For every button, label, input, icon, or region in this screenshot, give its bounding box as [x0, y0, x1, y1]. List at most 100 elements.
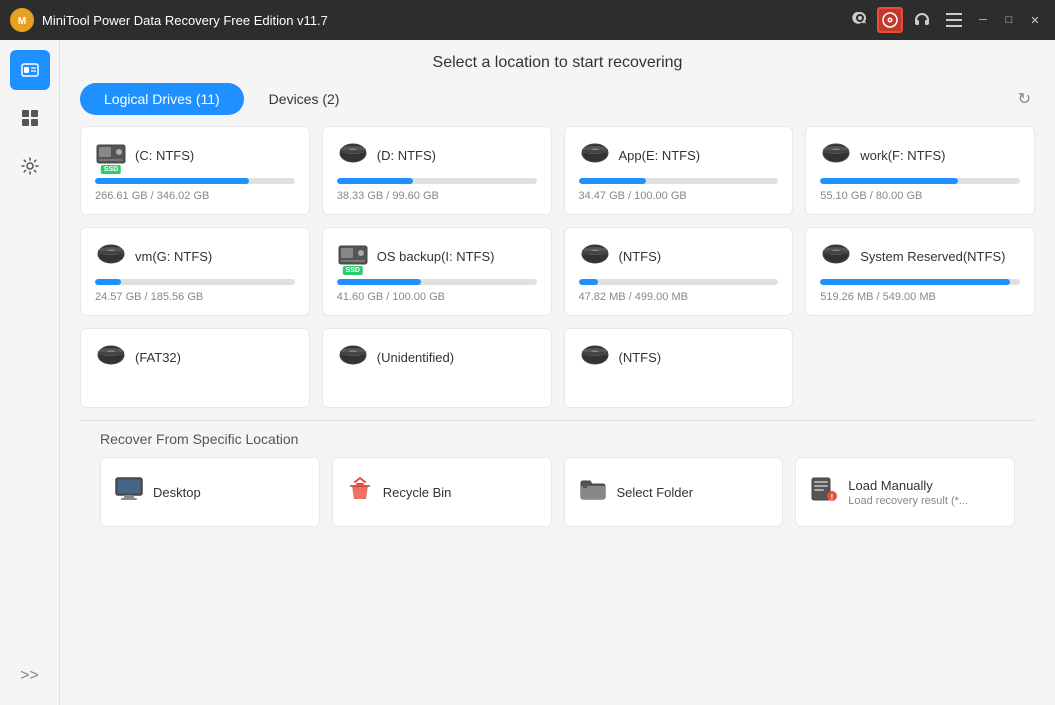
- drive-name-d: (D: NTFS): [377, 148, 436, 163]
- recover-card-folder[interactable]: Select Folder: [564, 457, 784, 527]
- drive-card-f[interactable]: work(F: NTFS) 55.10 GB / 80.00 GB: [805, 126, 1035, 215]
- recover-title: Recover From Specific Location: [100, 431, 1015, 447]
- drive-bar-ntfs: [579, 279, 779, 285]
- drive-icon-c: SSD: [95, 139, 127, 172]
- drive-bar-fill-g: [95, 279, 121, 285]
- drive-icon-g: [95, 240, 127, 273]
- recycle-label: Recycle Bin: [383, 485, 452, 500]
- tabs-bar: Logical Drives (11) Devices (2) ↻: [60, 82, 1055, 116]
- drive-bar-g: [95, 279, 295, 285]
- drive-size-i: 41.60 GB / 100.00 GB: [337, 291, 537, 303]
- svg-text:!: !: [831, 493, 834, 502]
- drive-name-c: (C: NTFS): [135, 148, 194, 163]
- recover-card-manual[interactable]: ! Load Manually Load recovery result (*.…: [795, 457, 1015, 527]
- folder-icon: [579, 477, 607, 507]
- drive-icon-e: [579, 139, 611, 172]
- drive-bar-fill-system: [820, 279, 1010, 285]
- drive-bar-fill-c: [95, 178, 249, 184]
- drive-card-system[interactable]: System Reserved(NTFS) 519.26 MB / 549.00…: [805, 227, 1035, 316]
- drive-card-ntfs2[interactable]: (NTFS): [564, 328, 794, 408]
- recover-grid: Desktop Recyc: [100, 457, 1015, 527]
- app-body: >> Select a location to start recovering…: [0, 40, 1055, 705]
- drive-icon-fat32: [95, 341, 127, 374]
- drive-bar-e: [579, 178, 779, 184]
- drive-name-e: App(E: NTFS): [619, 148, 701, 163]
- drive-size-c: 266.61 GB / 346.02 GB: [95, 190, 295, 202]
- drive-card-fat32[interactable]: (FAT32): [80, 328, 310, 408]
- minimize-button[interactable]: ─: [973, 10, 993, 30]
- recover-card-recycle[interactable]: Recycle Bin: [332, 457, 552, 527]
- drive-card-g[interactable]: vm(G: NTFS) 24.57 GB / 185.56 GB: [80, 227, 310, 316]
- close-button[interactable]: ✕: [1025, 10, 1045, 30]
- drive-bar-d: [337, 178, 537, 184]
- manual-label: Load Manually: [848, 478, 968, 493]
- drive-icon-i: SSD: [337, 240, 369, 273]
- drive-card-d[interactable]: (D: NTFS) 38.33 GB / 99.60 GB: [322, 126, 552, 215]
- drives-section: SSD (C: NTFS) 266.61 GB / 346.02 GB: [60, 126, 1055, 705]
- drive-size-system: 519.26 MB / 549.00 MB: [820, 291, 1020, 303]
- drive-card-c[interactable]: SSD (C: NTFS) 266.61 GB / 346.02 GB: [80, 126, 310, 215]
- page-header: Select a location to start recovering: [60, 40, 1055, 82]
- drive-bar-fill-f: [820, 178, 958, 184]
- drive-icon-d: [337, 139, 369, 172]
- drive-icon-ntfs2: [579, 341, 611, 374]
- sidebar-item-settings[interactable]: [10, 146, 50, 186]
- drive-bar-fill-d: [337, 178, 413, 184]
- drive-name-fat32: (FAT32): [135, 350, 181, 365]
- sidebar: >>: [0, 40, 60, 705]
- drive-size-d: 38.33 GB / 99.60 GB: [337, 190, 537, 202]
- menu-icon[interactable]: [941, 7, 967, 33]
- main-content: Select a location to start recovering Lo…: [60, 40, 1055, 705]
- key-icon[interactable]: [845, 7, 871, 33]
- recycle-card-text: Recycle Bin: [383, 485, 452, 500]
- tab-logical-drives[interactable]: Logical Drives (11): [80, 83, 244, 115]
- title-bar: M MiniTool Power Data Recovery Free Edit…: [0, 0, 1055, 40]
- refresh-button[interactable]: ↻: [1014, 85, 1035, 113]
- drive-name-ntfs: (NTFS): [619, 249, 662, 264]
- drive-bar-fill-i: [337, 279, 421, 285]
- headphones-icon[interactable]: [909, 7, 935, 33]
- manual-icon: !: [810, 476, 838, 508]
- drive-icon-unidentified: [337, 341, 369, 374]
- drive-bar-system: [820, 279, 1020, 285]
- app-title: MiniTool Power Data Recovery Free Editio…: [42, 13, 837, 28]
- sidebar-expand-button[interactable]: >>: [20, 667, 39, 685]
- desktop-label: Desktop: [153, 485, 201, 500]
- drive-card-ntfs[interactable]: (NTFS) 47.82 MB / 499.00 MB: [564, 227, 794, 316]
- recover-card-desktop[interactable]: Desktop: [100, 457, 320, 527]
- drive-bar-fill-ntfs: [579, 279, 599, 285]
- drive-bar-f: [820, 178, 1020, 184]
- recover-section: Recover From Specific Location: [80, 431, 1035, 537]
- drive-bar-i: [337, 279, 537, 285]
- section-divider: [80, 420, 1035, 421]
- drive-name-system: System Reserved(NTFS): [860, 249, 1005, 264]
- drive-bar-c: [95, 178, 295, 184]
- drive-name-g: vm(G: NTFS): [135, 249, 212, 264]
- manual-sub: Load recovery result (*...: [848, 495, 968, 507]
- drive-card-unidentified[interactable]: (Unidentified): [322, 328, 552, 408]
- sidebar-item-recovery[interactable]: [10, 50, 50, 90]
- drive-card-i[interactable]: SSD OS backup(I: NTFS) 41.60 GB / 100.00…: [322, 227, 552, 316]
- ssd-badge-i: SSD: [343, 266, 363, 275]
- disc-icon[interactable]: [877, 7, 903, 33]
- maximize-button[interactable]: □: [999, 10, 1019, 30]
- recycle-icon: [347, 476, 373, 508]
- manual-card-text: Load Manually Load recovery result (*...: [848, 478, 968, 507]
- tab-devices[interactable]: Devices (2): [244, 82, 365, 116]
- drive-card-e[interactable]: App(E: NTFS) 34.47 GB / 100.00 GB: [564, 126, 794, 215]
- drive-size-e: 34.47 GB / 100.00 GB: [579, 190, 779, 202]
- folder-label: Select Folder: [617, 485, 694, 500]
- drive-icon-f: [820, 139, 852, 172]
- folder-card-text: Select Folder: [617, 485, 694, 500]
- drive-size-f: 55.10 GB / 80.00 GB: [820, 190, 1020, 202]
- app-logo: M: [10, 8, 34, 32]
- drive-icon-system: [820, 240, 852, 273]
- drive-name-unidentified: (Unidentified): [377, 350, 454, 365]
- drive-bar-fill-e: [579, 178, 647, 184]
- drive-name-i: OS backup(I: NTFS): [377, 249, 495, 264]
- sidebar-item-tools[interactable]: [10, 98, 50, 138]
- drive-icon-ntfs: [579, 240, 611, 273]
- desktop-icon: [115, 477, 143, 507]
- svg-text:M: M: [18, 16, 26, 27]
- drive-size-g: 24.57 GB / 185.56 GB: [95, 291, 295, 303]
